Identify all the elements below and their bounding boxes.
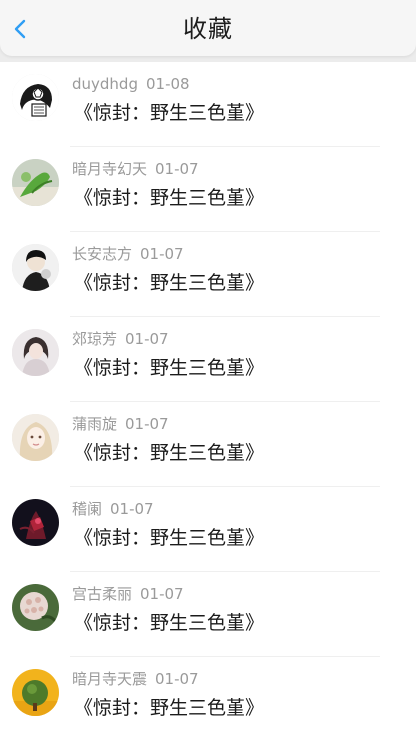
date-label: 01-07: [140, 585, 184, 603]
favorites-list: duydhdg 01-08 《惊封：野生三色堇》 暗月寺幻天 01-07 《惊封：野…: [0, 62, 416, 739]
book-title[interactable]: 《惊封：野生三色堇》: [74, 694, 264, 722]
username[interactable]: duydhdg: [72, 75, 138, 93]
list-item[interactable]: duydhdg 01-08 《惊封：野生三色堇》: [0, 62, 416, 147]
list-item[interactable]: 长安志方 01-07 《惊封：野生三色堇》: [0, 232, 416, 317]
header-bar: 收藏: [0, 0, 416, 56]
avatar[interactable]: [12, 329, 59, 376]
username[interactable]: 长安志方: [72, 245, 132, 263]
avatar[interactable]: [12, 499, 59, 546]
book-title[interactable]: 《惊封：野生三色堇》: [74, 184, 264, 212]
book-title[interactable]: 《惊封：野生三色堇》: [74, 524, 264, 552]
date-label: 01-07: [155, 670, 199, 688]
username[interactable]: 稽阑: [72, 500, 102, 518]
list-item[interactable]: 暗月寺幻天 01-07 《惊封：野生三色堇》: [0, 147, 416, 232]
list-item[interactable]: 郊琼芳 01-07 《惊封：野生三色堇》: [0, 317, 416, 402]
list-item[interactable]: 暗月寺天震 01-07 《惊封：野生三色堇》: [0, 657, 416, 739]
username[interactable]: 暗月寺天震: [72, 670, 147, 688]
list-item[interactable]: 稽阑 01-07 《惊封：野生三色堇》: [0, 487, 416, 572]
list-item[interactable]: 蒲雨旋 01-07 《惊封：野生三色堇》: [0, 402, 416, 487]
book-title[interactable]: 《惊封：野生三色堇》: [74, 354, 264, 382]
date-label: 01-07: [125, 330, 169, 348]
username[interactable]: 郊琼芳: [72, 330, 117, 348]
book-title[interactable]: 《惊封：野生三色堇》: [74, 439, 264, 467]
avatar[interactable]: [12, 244, 59, 291]
list-item[interactable]: 宫古柔丽 01-07 《惊封：野生三色堇》: [0, 572, 416, 657]
username[interactable]: 暗月寺幻天: [72, 160, 147, 178]
avatar[interactable]: [12, 584, 59, 631]
date-label: 01-08: [145, 75, 190, 93]
avatar[interactable]: [12, 669, 59, 716]
book-title[interactable]: 《惊封：野生三色堇》: [74, 269, 264, 297]
favorites-screen: 收藏 duydhdg 01-08 《惊封：野生三色堇》 暗月寺幻天 01-07 …: [0, 0, 416, 739]
date-label: 01-07: [110, 500, 154, 518]
avatar[interactable]: [12, 159, 59, 206]
date-label: 01-07: [140, 245, 184, 263]
avatar[interactable]: [12, 414, 59, 461]
page-title: 收藏: [183, 15, 233, 43]
date-label: 01-07: [125, 415, 169, 433]
username[interactable]: 宫古柔丽: [72, 585, 132, 603]
book-title[interactable]: 《惊封：野生三色堇》: [74, 609, 264, 637]
username[interactable]: 蒲雨旋: [72, 415, 117, 433]
avatar[interactable]: [12, 74, 59, 121]
date-label: 01-07: [155, 160, 199, 178]
book-title[interactable]: 《惊封：野生三色堇》: [74, 99, 264, 127]
